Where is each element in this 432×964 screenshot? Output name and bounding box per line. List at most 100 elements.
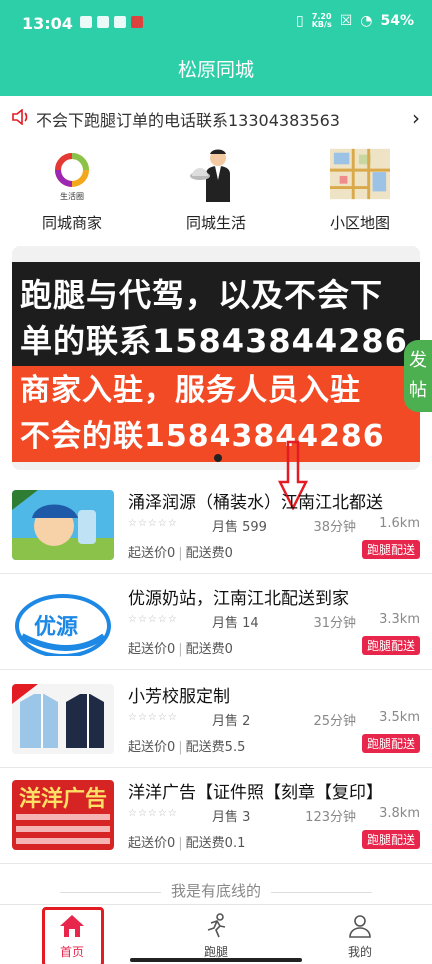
shop-thumbnail: 优源 <box>12 586 114 656</box>
shop-fees: 起送价0 | 配送费5.5 <box>128 736 245 755</box>
bottom-tab-bar: 首页 跑腿 我的 <box>0 904 432 964</box>
nav-map-label: 小区地图 <box>329 214 390 232</box>
signal-off-icon: ☒ <box>339 13 353 29</box>
quick-nav: 生活圈 同城商家 同城生活 小区地图 <box>0 146 432 242</box>
fee-divider: | <box>178 836 183 851</box>
rating-stars: ☆☆☆☆☆ <box>128 518 178 529</box>
status-right: ▯ 7.20 KB/s ☒ ◔ 54% <box>296 13 414 30</box>
shop-distance: 3.5km <box>379 710 420 725</box>
notice-bar[interactable]: 不会下跑腿订单的电话联系13304383563 › <box>0 100 432 138</box>
net-speed-unit: KB/s <box>311 20 332 29</box>
battery-text: 54% <box>380 13 414 29</box>
tab-mine-label: 我的 <box>347 945 372 959</box>
video-notification-icon <box>97 16 109 28</box>
min-order: 起送价0 <box>128 546 176 561</box>
min-order: 起送价0 <box>128 740 176 755</box>
shop-thumbnail <box>12 490 114 560</box>
shop4-logo-text: 洋洋广告 <box>19 786 107 812</box>
banner-line-4: 不会的联15843844286 <box>20 419 385 454</box>
rating-stars: ☆☆☆☆☆ <box>128 712 178 723</box>
shop-fees: 起送价0 | 配送费0 <box>128 638 233 657</box>
shop-fees: 起送价0 | 配送费0 <box>128 542 233 561</box>
delivery-fee: 配送费0.1 <box>185 836 246 851</box>
banner-red-block: 商家入驻，服务人员入驻 不会的联15843844286 <box>12 366 420 462</box>
shop2-logo-text: 优源 <box>34 614 78 640</box>
shop-fees: 起送价0 | 配送费0.1 <box>128 832 245 851</box>
monthly-sales: 月售 14 <box>212 616 259 631</box>
nav-shops[interactable]: 生活圈 同城商家 <box>0 146 144 242</box>
fee-divider: | <box>178 642 183 657</box>
fee-divider: | <box>178 546 183 561</box>
delivery-time: 25分钟 <box>313 714 356 729</box>
monthly-sales: 月售 2 <box>212 714 251 729</box>
shop-distance: 3.8km <box>379 806 420 821</box>
map-icon <box>330 146 390 202</box>
mail-notification-icon <box>114 16 126 28</box>
banner-line-1: 跑腿与代驾，以及不会下 <box>20 276 384 314</box>
shop-circle-caption: 生活圈 <box>60 191 84 201</box>
runner-icon <box>202 913 230 939</box>
nav-shops-label: 同城商家 <box>41 214 102 232</box>
delivery-time: 31分钟 <box>313 616 356 631</box>
banner-line-2: 单的联系15843844286 <box>20 322 408 360</box>
monthly-sales: 月售 3 <box>212 810 251 825</box>
net-speed: 7.20 KB/s <box>312 13 332 29</box>
vibrate-icon: ▯ <box>296 13 304 29</box>
min-order: 起送价0 <box>128 836 176 851</box>
app-title-bar: 松原同城 <box>0 46 432 96</box>
fee-divider: | <box>178 740 183 755</box>
shop-row[interactable]: 小芳校服定制 ☆☆☆☆☆ 月售 2 25分钟 3.5km 起送价0 | 配送费5.5… <box>0 674 432 768</box>
delivery-fee: 配送费0 <box>185 642 233 657</box>
banner-line-3: 商家入驻，服务人员入驻 <box>20 373 361 408</box>
shop-name: 小芳校服定制 <box>128 687 230 707</box>
promo-notification-icon <box>131 16 143 28</box>
delivery-fee: 配送费0 <box>185 546 233 561</box>
carousel-indicator[interactable] <box>214 454 222 462</box>
errand-delivery-badge: 跑腿配送 <box>361 636 420 655</box>
wifi-icon: ◔ <box>360 13 373 29</box>
chevron-right-icon[interactable]: › <box>412 106 420 130</box>
banner-dark-block: 跑腿与代驾，以及不会下 单的联系15843844286 <box>12 262 420 366</box>
errand-delivery-badge: 跑腿配送 <box>361 830 420 849</box>
shop-row[interactable]: 优源 优源奶站，江南江北配送到家 ☆☆☆☆☆ 月售 14 31分钟 3.3km … <box>0 576 432 670</box>
shop-row[interactable]: 洋洋广告 洋洋广告【证件照【刻章【复印】 ☆☆☆☆☆ 月售 3 123分钟 3.… <box>0 770 432 864</box>
min-order: 起送价0 <box>128 642 176 657</box>
shop-row[interactable]: 涌泽润源（桶装水）江南江北都送 ☆☆☆☆☆ 月售 599 38分钟 1.6km … <box>0 480 432 574</box>
nav-map[interactable]: 小区地图 <box>288 146 432 242</box>
tab-mine[interactable]: 我的 <box>288 905 432 964</box>
shop-circle-icon: 生活圈 <box>42 146 102 202</box>
end-of-list-note: 我是有底线的 <box>0 880 432 901</box>
status-bar: 13:04 ▯ 7.20 KB/s ☒ ◔ 54% <box>0 0 432 46</box>
monthly-sales: 月售 599 <box>212 520 267 535</box>
errand-delivery-badge: 跑腿配送 <box>361 540 420 559</box>
shop-thumbnail <box>12 684 114 754</box>
post-button[interactable]: 发帖 <box>404 340 432 412</box>
nav-life[interactable]: 同城生活 <box>144 146 288 242</box>
end-of-list-text: 我是有底线的 <box>160 882 271 900</box>
shop-name: 涌泽润源（桶装水）江南江北都送 <box>128 493 383 513</box>
home-indicator[interactable] <box>130 958 302 962</box>
notification-icons <box>80 16 143 28</box>
waiter-icon <box>186 146 246 202</box>
nav-life-label: 同城生活 <box>185 214 246 232</box>
tab-home[interactable]: 首页 <box>0 905 144 964</box>
tab-errand[interactable]: 跑腿 <box>144 905 288 964</box>
delivery-time: 123分钟 <box>305 810 356 825</box>
shop-distance: 3.3km <box>379 612 420 627</box>
page-title: 松原同城 <box>177 59 254 81</box>
shop-distance: 1.6km <box>379 516 420 531</box>
highlight-box <box>42 907 104 964</box>
status-time: 13:04 <box>22 14 73 33</box>
speaker-icon <box>12 108 30 129</box>
shop-thumbnail: 洋洋广告 <box>12 780 114 850</box>
app-notification-icon <box>80 16 92 28</box>
shop-name: 洋洋广告【证件照【刻章【复印】 <box>128 783 383 803</box>
promo-banner[interactable]: 跑腿与代驾，以及不会下 单的联系15843844286 商家入驻，服务人员入驻 … <box>12 246 420 470</box>
delivery-time: 38分钟 <box>313 520 356 535</box>
user-icon <box>346 913 374 939</box>
delivery-fee: 配送费5.5 <box>185 740 246 755</box>
rating-stars: ☆☆☆☆☆ <box>128 614 178 625</box>
shop-name: 优源奶站，江南江北配送到家 <box>128 589 349 609</box>
rating-stars: ☆☆☆☆☆ <box>128 808 178 819</box>
notice-text: 不会下跑腿订单的电话联系13304383563 <box>36 111 340 130</box>
